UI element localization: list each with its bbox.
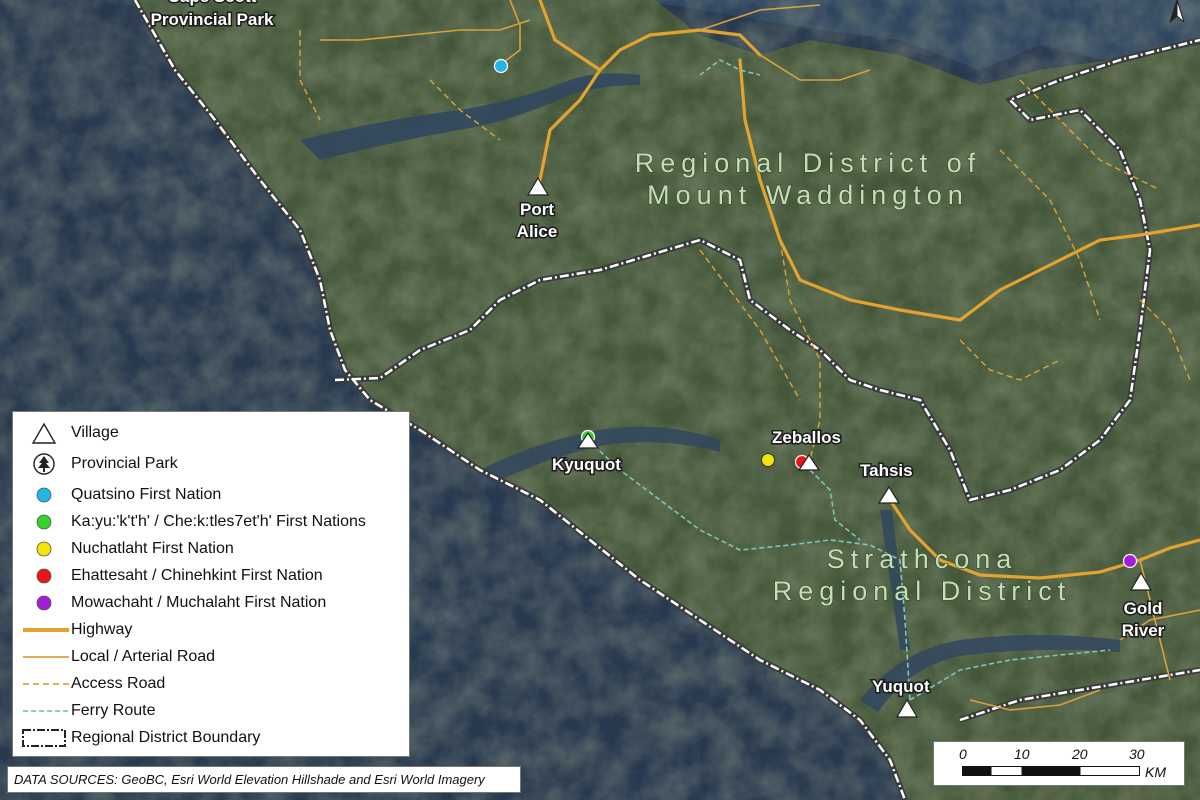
legend-item-local-road: Local / Arterial Road [13,644,409,670]
strathcona-region-line2: Regional District [773,576,1072,606]
blue-dot-icon [36,487,52,503]
north-arrow-icon [1169,0,1185,22]
yellow-dot-icon [36,541,52,557]
scale-unit-label: KM [1145,764,1166,780]
tree-icon [33,453,55,475]
gold-river-label-line1: Gold [1124,599,1163,618]
legend-label: Mowachaht / Muchalaht First Nation [71,594,327,611]
yuquot-label: Yuquot [872,677,930,696]
legend-item-ehattesaht: Ehattesaht / Chinehkint First Nation [13,563,409,589]
purple-dot-icon [36,595,52,611]
ferry-dashed-icon [23,710,69,712]
red-dot-icon [36,568,52,584]
legend-label: Nuchatlaht First Nation [71,540,234,557]
port-alice-label-line2: Alice [517,222,558,241]
legend-label: Village [71,424,119,441]
data-sources-note: DATA SOURCES: GeoBC, Esri World Elevatio… [7,766,521,793]
mowachaht-first-nation-marker[interactable] [1122,553,1138,569]
legend-item-highway: Highway [13,617,409,643]
legend-label: Ka:yu:'k't'h' / Che:k:tles7et'h' First N… [71,513,366,530]
cape-scott-label-line2: Provincial Park [151,10,274,29]
scale-bar: 0 10 20 30 KM [933,741,1185,786]
cape-scott-label-line1: Cape Scott [168,0,257,6]
legend-item-quatsino: Quatsino First Nation [13,482,409,508]
legend-item-boundary: Regional District Boundary [13,725,409,751]
access-road-dashed-icon [23,683,69,685]
legend-label: Provincial Park [71,455,178,472]
legend-label: Local / Arterial Road [71,648,216,665]
zeballos-label: Zeballos [772,428,841,447]
mount-waddington-region-line2: Mount Waddington [647,180,969,210]
boundary-box-icon [22,729,66,747]
nuchatlaht-first-nation-marker[interactable] [761,453,775,467]
tahsis-label: Tahsis [860,461,913,480]
legend-item-kayukth: Ka:yu:'k't'h' / Che:k:tles7et'h' First N… [13,509,409,535]
green-dot-icon [36,514,52,530]
legend-item-village: Village [13,420,409,446]
scale-bar-graphic [962,766,1140,776]
highway-line-icon [23,628,69,632]
legend-item-mowachaht: Mowachaht / Muchalaht First Nation [13,590,409,616]
legend-label: Highway [71,621,133,638]
mount-waddington-region-line1: Regional District of [635,148,982,178]
legend-item-access-road: Access Road [13,671,409,697]
legend-label: Regional District Boundary [71,729,261,746]
quatsino-first-nation-marker[interactable] [493,58,509,74]
port-alice-label-line1: Port [520,200,554,219]
scale-tick-label: 20 [1072,746,1088,762]
legend-item-ferry-route: Ferry Route [13,698,409,724]
legend-label: Quatsino First Nation [71,486,222,503]
kyuquot-label: Kyuquot [552,455,621,474]
legend-label: Ferry Route [71,702,156,719]
map-legend: Village Provincial Park Quatsino First N… [12,411,410,757]
village-triangle-icon [31,422,57,444]
legend-label: Ehattesaht / Chinehkint First Nation [71,567,323,584]
gold-river-label-line2: River [1122,621,1165,640]
strathcona-region-line1: Strathcona [827,544,1018,574]
legend-item-nuchatlaht: Nuchatlaht First Nation [13,536,409,562]
local-road-line-icon [23,656,69,658]
scale-tick-label: 0 [959,746,967,762]
legend-item-provincial-park: Provincial Park [13,451,409,477]
legend-label: Access Road [71,675,166,692]
scale-tick-label: 30 [1129,746,1145,762]
scale-tick-label: 10 [1014,746,1030,762]
